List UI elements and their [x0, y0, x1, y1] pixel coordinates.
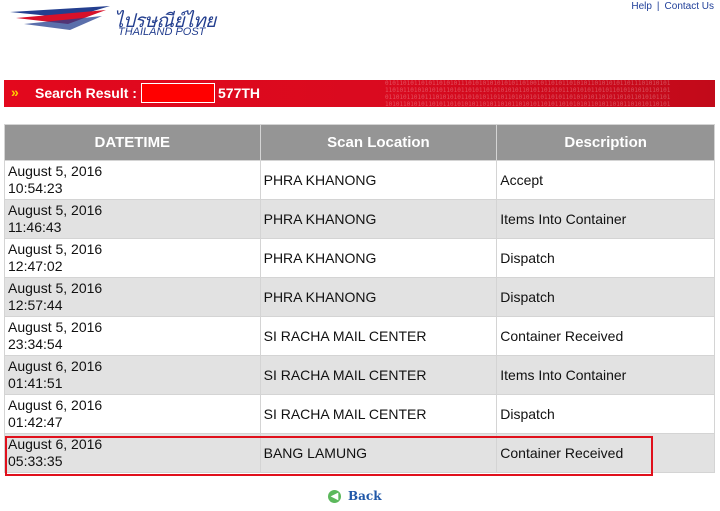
double-chevron-right-icon: » [11, 84, 19, 100]
description-cell: Dispatch [496, 238, 715, 278]
search-result-banner: 0101101011010110101011101010101010101101… [4, 80, 715, 107]
description-cell: Accept [496, 160, 715, 200]
time-text: 12:47:02 [8, 258, 63, 274]
link-separator: | [656, 1, 660, 12]
datetime-cell: August 5, 2016 10:54:23 [4, 160, 261, 200]
top-links: Help | Contact Us [631, 1, 714, 12]
tracking-code-suffix: 577TH [218, 85, 261, 101]
help-link[interactable]: Help [631, 1, 652, 12]
binary-pattern-decoration: 0101101011010110101011101010101010101101… [385, 80, 671, 107]
datetime-cell: August 5, 2016 23:34:54 [4, 316, 261, 356]
table-row: August 6, 2016 01:41:51 SI RACHA MAIL CEN… [4, 355, 715, 395]
time-text: 05:33:35 [8, 453, 63, 469]
datetime-cell: August 5, 2016 12:47:02 [4, 238, 261, 278]
date-text: August 5, 2016 [8, 202, 103, 218]
column-header-datetime: DATETIME [4, 124, 261, 161]
description-cell: Dispatch [496, 394, 715, 434]
redacted-tracking-number [141, 83, 215, 103]
time-text: 01:42:47 [8, 414, 63, 430]
column-header-description: Description [496, 124, 715, 161]
tracking-results-table: DATETIME Scan Location Description Augus… [4, 124, 715, 473]
time-text: 10:54:23 [8, 180, 63, 196]
description-cell: Items Into Container [496, 199, 715, 239]
location-cell: PHRA KHANONG [259, 160, 498, 200]
thailand-post-logo[interactable]: ไปรษณีย์ไทย THAILAND POST [10, 4, 216, 44]
date-text: August 5, 2016 [8, 280, 103, 296]
date-text: August 6, 2016 [8, 436, 103, 452]
description-cell: Container Received [496, 433, 715, 473]
location-cell: BANG LAMUNG [259, 433, 498, 473]
table-row: August 6, 2016 05:33:35 BANG LAMUNG Conta… [4, 433, 715, 473]
date-text: August 5, 2016 [8, 319, 103, 335]
table-row: August 5, 2016 12:47:02 PHRA KHANONG Disp… [4, 238, 715, 278]
datetime-cell: August 6, 2016 05:33:35 [4, 433, 261, 473]
date-text: August 5, 2016 [8, 241, 103, 257]
back-arrow-icon: ◀ [328, 489, 341, 503]
location-cell: SI RACHA MAIL CENTER [259, 394, 498, 434]
description-cell: Dispatch [496, 277, 715, 317]
datetime-cell: August 5, 2016 12:57:44 [4, 277, 261, 317]
contact-us-link[interactable]: Contact Us [665, 1, 714, 12]
date-text: August 6, 2016 [8, 397, 103, 413]
logo-english-text: THAILAND POST [118, 26, 206, 38]
logo-wing-icon [10, 6, 110, 30]
datetime-cell: August 6, 2016 01:42:47 [4, 394, 261, 434]
table-row: August 5, 2016 23:34:54 SI RACHA MAIL CEN… [4, 316, 715, 356]
time-text: 01:41:51 [8, 375, 63, 391]
search-result-label: Search Result : [35, 85, 137, 101]
time-text: 12:57:44 [8, 297, 63, 313]
time-text: 11:46:43 [8, 219, 62, 235]
location-cell: PHRA KHANONG [259, 199, 498, 239]
back-button[interactable]: ◀ Back [328, 489, 382, 503]
table-row: August 5, 2016 11:46:43 PHRA KHANONG Item… [4, 199, 715, 239]
back-label: Back [348, 489, 382, 503]
time-text: 23:34:54 [8, 336, 63, 352]
datetime-cell: August 6, 2016 01:41:51 [4, 355, 261, 395]
date-text: August 5, 2016 [8, 163, 103, 179]
location-cell: SI RACHA MAIL CENTER [259, 316, 498, 356]
table-row: August 5, 2016 10:54:23 PHRA KHANONG Acce… [4, 160, 715, 200]
description-cell: Container Received [496, 316, 715, 356]
date-text: August 6, 2016 [8, 358, 103, 374]
table-header-row: DATETIME Scan Location Description [4, 124, 715, 161]
datetime-cell: August 5, 2016 11:46:43 [4, 199, 261, 239]
location-cell: PHRA KHANONG [259, 238, 498, 278]
location-cell: SI RACHA MAIL CENTER [259, 355, 498, 395]
location-cell: PHRA KHANONG [259, 277, 498, 317]
table-row: August 5, 2016 12:57:44 PHRA KHANONG Disp… [4, 277, 715, 317]
table-row: August 6, 2016 01:42:47 SI RACHA MAIL CEN… [4, 394, 715, 434]
description-cell: Items Into Container [496, 355, 715, 395]
column-header-scan-location: Scan Location [259, 124, 498, 161]
